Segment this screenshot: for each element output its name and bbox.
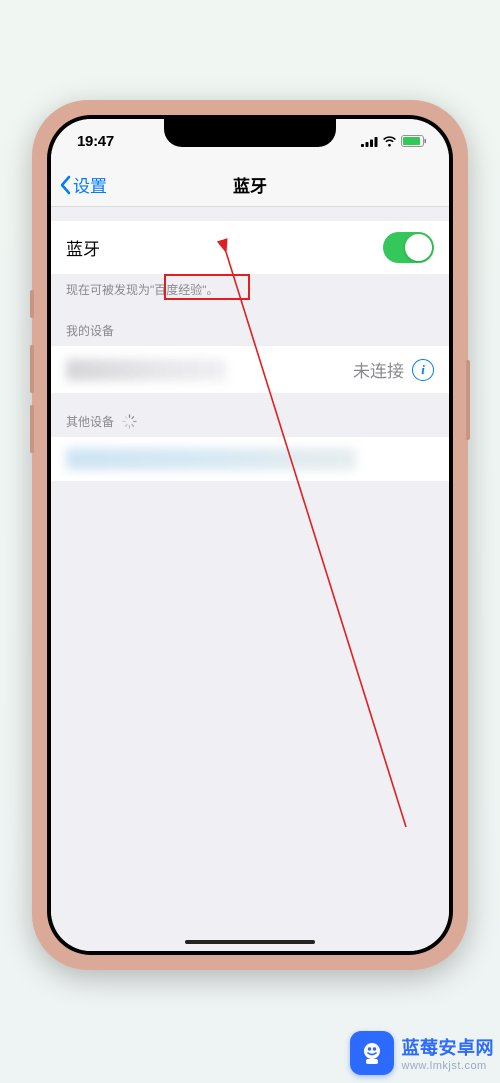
volume-up-button bbox=[30, 345, 34, 393]
other-devices-header: 其他设备 bbox=[51, 393, 449, 437]
watermark-icon bbox=[350, 1031, 394, 1075]
bluetooth-toggle[interactable] bbox=[383, 232, 434, 263]
chevron-left-icon bbox=[59, 175, 71, 195]
spinner-icon bbox=[122, 414, 137, 429]
watermark-url: www.lmkjst.com bbox=[402, 1060, 495, 1072]
power-button bbox=[466, 360, 470, 440]
back-label: 设置 bbox=[73, 172, 107, 197]
device-status: 未连接 bbox=[353, 357, 404, 382]
notch bbox=[164, 119, 336, 147]
discoverable-text: 现在可被发现为"百度经验"。 bbox=[51, 274, 449, 302]
back-button[interactable]: 设置 bbox=[59, 172, 107, 197]
other-device-row[interactable] bbox=[51, 437, 449, 481]
blurred-device-name bbox=[66, 359, 226, 381]
bluetooth-label: 蓝牙 bbox=[66, 235, 100, 260]
info-icon[interactable]: i bbox=[412, 359, 434, 381]
mute-switch bbox=[30, 290, 34, 318]
screen: 19:47 设置 蓝牙 bbox=[51, 119, 449, 951]
watermark: 蓝莓安卓网 www.lmkjst.com bbox=[350, 1031, 495, 1075]
wifi-icon bbox=[382, 136, 397, 147]
toggle-knob bbox=[405, 234, 432, 261]
home-indicator[interactable] bbox=[185, 940, 315, 944]
my-devices-header: 我的设备 bbox=[51, 302, 449, 346]
phone-frame: 19:47 设置 蓝牙 bbox=[32, 100, 468, 970]
page-title: 蓝牙 bbox=[233, 172, 267, 197]
watermark-title: 蓝莓安卓网 bbox=[402, 1034, 495, 1060]
volume-down-button bbox=[30, 405, 34, 453]
navigation-bar: 设置 蓝牙 bbox=[51, 163, 449, 207]
battery-icon bbox=[401, 135, 427, 147]
content-area: 蓝牙 现在可被发现为"百度经验"。 我的设备 未连接 bbox=[51, 207, 449, 951]
cellular-signal-icon bbox=[361, 136, 378, 147]
my-device-row[interactable]: 未连接 i bbox=[51, 346, 449, 393]
status-time: 19:47 bbox=[77, 133, 114, 150]
bluetooth-toggle-row[interactable]: 蓝牙 bbox=[51, 221, 449, 274]
blurred-other-device bbox=[66, 448, 356, 470]
